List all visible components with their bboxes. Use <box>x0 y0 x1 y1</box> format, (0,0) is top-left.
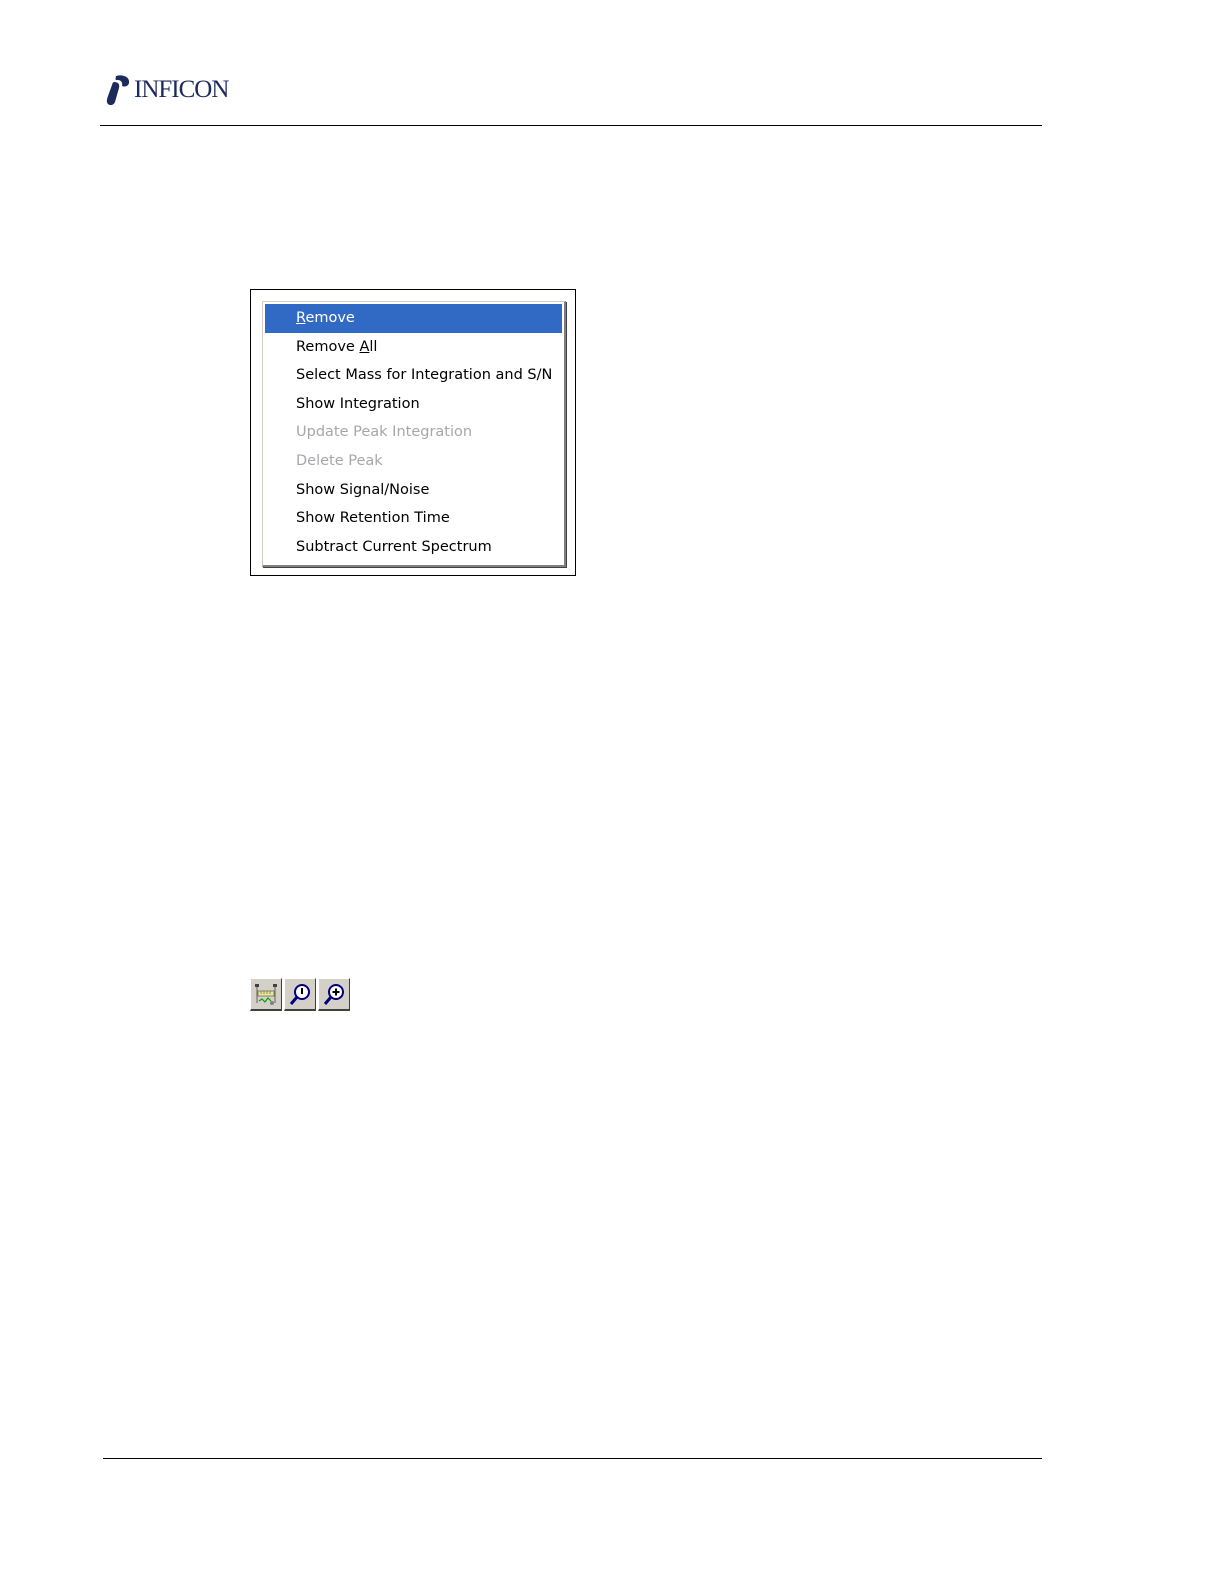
menu-item-label-rest: ll <box>369 338 378 355</box>
zoom-reset-button[interactable] <box>284 978 316 1011</box>
menu-item[interactable]: Show Integration <box>265 390 562 419</box>
menu-item[interactable]: Remove <box>265 304 562 333</box>
zoom-reset-icon <box>289 984 310 1005</box>
figure-frame: Remove Remove All Select Mass for Integrat… <box>250 289 576 576</box>
menu-item-label: Update Peak Integration <box>296 424 473 441</box>
menu-item-label: Show Signal/Noise <box>296 481 430 498</box>
toolbar <box>250 978 352 1014</box>
menu-item[interactable]: Select Mass for Integration and S/N <box>265 361 562 390</box>
menu-item-label: Remove <box>296 338 360 355</box>
menu-item: Delete Peak <box>265 447 562 476</box>
zoom-in-button[interactable] <box>318 978 350 1011</box>
inficon-logo: INFICON <box>103 74 229 106</box>
menu-item-label-rest: emove <box>305 310 355 326</box>
context-menu: Remove Remove All Select Mass for Integrat… <box>262 301 566 567</box>
footer-rule <box>103 1458 1042 1459</box>
menu-item-label: Select Mass for Integration and S/N <box>296 367 553 384</box>
menu-item-mnemonic: A <box>359 338 370 355</box>
spectrum-ruler-button[interactable] <box>250 978 282 1011</box>
menu-item[interactable]: Subtract Current Spectrum <box>265 533 562 562</box>
header-rule <box>100 125 1042 126</box>
menu-item-label: Delete Peak <box>296 452 383 469</box>
spectrum-ruler-icon <box>255 984 277 1005</box>
menu-item[interactable]: Show Signal/Noise <box>265 476 562 505</box>
inficon-logo-mark-icon <box>106 75 130 106</box>
menu-item: Update Peak Integration <box>265 418 562 447</box>
zoom-in-icon <box>323 984 344 1005</box>
brand-name: INFICON <box>134 76 229 103</box>
menu-item-label: Subtract Current Spectrum <box>296 538 492 555</box>
menu-item[interactable]: Show Retention Time <box>265 504 562 533</box>
menu-item-label: Show Integration <box>296 395 420 412</box>
menu-item[interactable]: Remove All <box>265 333 562 362</box>
menu-item-label: Show Retention Time <box>296 510 450 527</box>
